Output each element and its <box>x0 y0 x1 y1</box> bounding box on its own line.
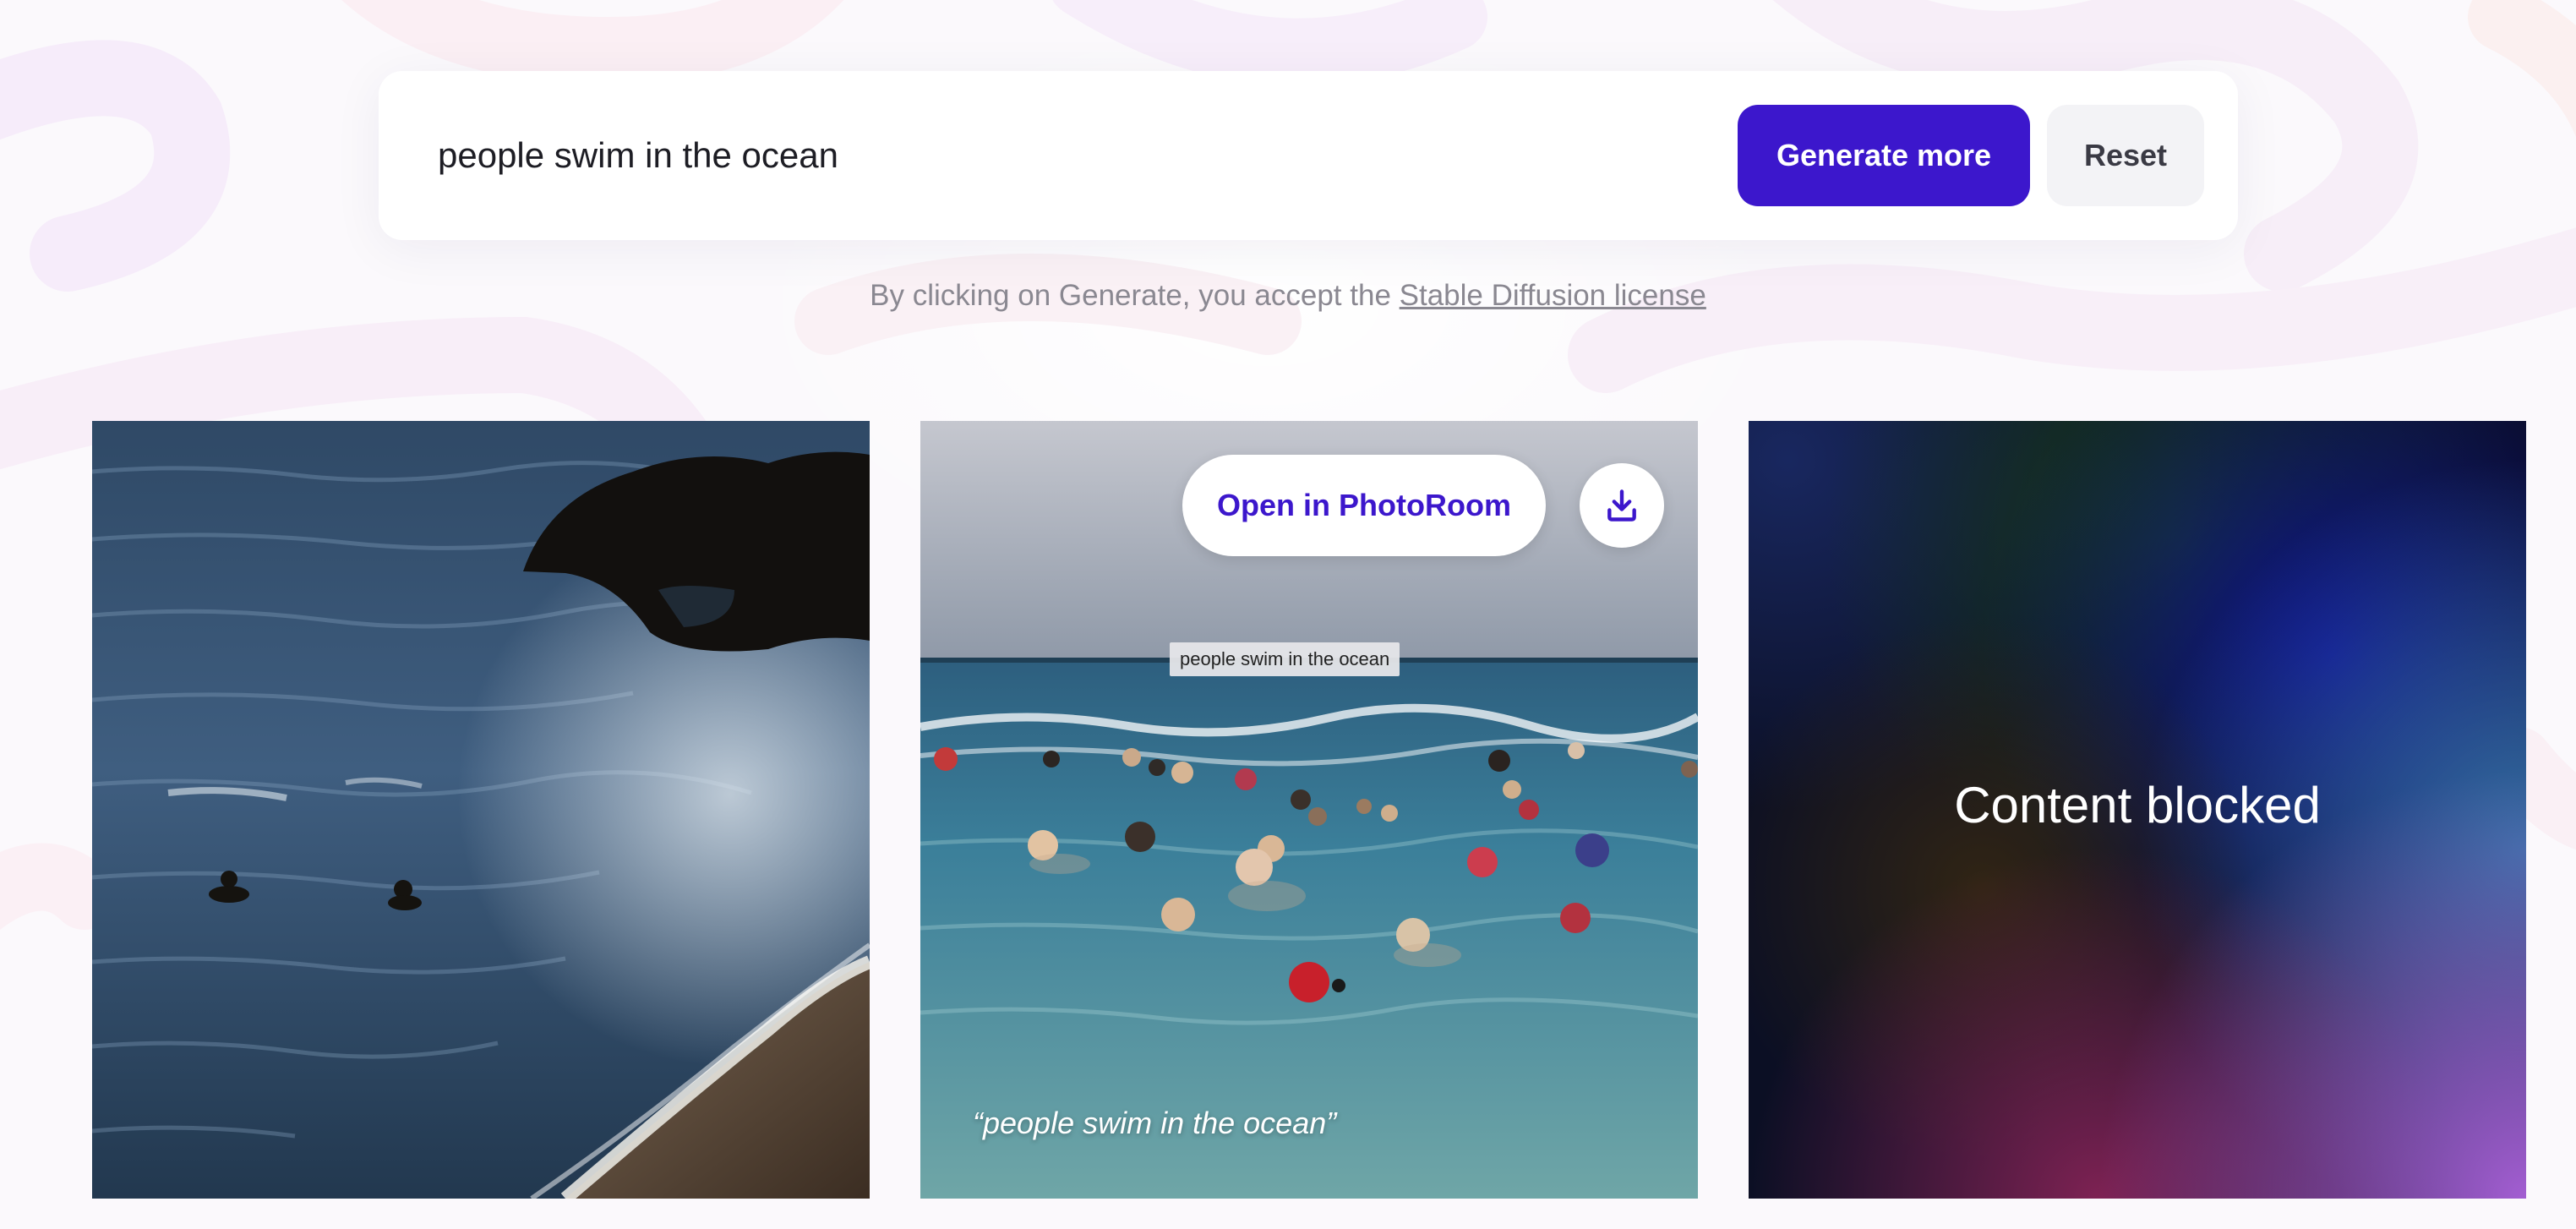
license-notice-text: By clicking on Generate, you accept the <box>870 279 1400 312</box>
prompt-card: Generate more Reset <box>379 71 2238 240</box>
prompt-tooltip: people swim in the ocean <box>1170 642 1400 676</box>
prompt-input[interactable] <box>438 122 1706 189</box>
result-image-2[interactable]: Open in PhotoRoom people swim in the oce… <box>920 421 1698 1199</box>
generate-more-button[interactable]: Generate more <box>1738 105 2030 206</box>
open-in-photoroom-button[interactable]: Open in PhotoRoom <box>1182 455 1546 556</box>
ocean-image <box>92 421 870 1199</box>
license-link[interactable]: Stable Diffusion license <box>1400 279 1706 312</box>
reset-button[interactable]: Reset <box>2047 105 2204 206</box>
download-button[interactable] <box>1580 463 1664 548</box>
image-caption: “people swim in the ocean” <box>973 1106 1337 1140</box>
result-image-3-blocked: Content blocked <box>1749 421 2526 1199</box>
content-blocked-label: Content blocked <box>1954 777 2321 833</box>
result-image-1[interactable] <box>92 421 870 1199</box>
download-icon <box>1607 489 1636 522</box>
page: Generate more Reset By clicking on Gener… <box>0 0 2576 1229</box>
license-notice: By clicking on Generate, you accept the … <box>0 279 2576 313</box>
